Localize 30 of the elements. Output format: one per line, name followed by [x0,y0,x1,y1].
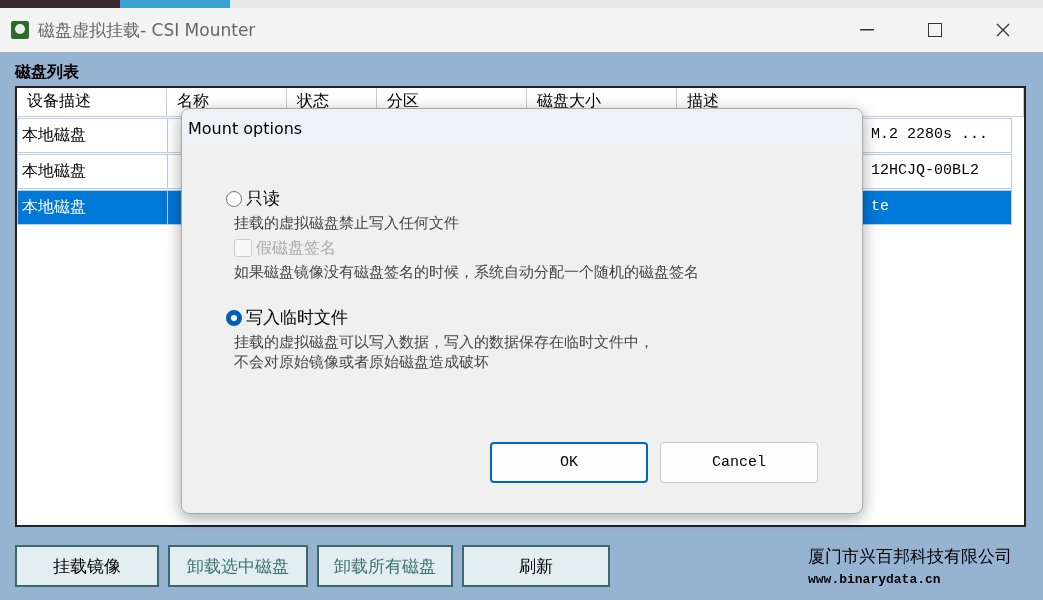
window-title: 磁盘虚拟挂载- CSI Mounter [38,18,257,42]
option-label[interactable]: 只读 [246,187,280,210]
action-button[interactable]: 卸载所有磁盘 [317,545,453,587]
table-cell: 本地磁盘 [18,155,168,188]
table-cell-text: te [870,197,890,217]
section-label: 磁盘列表 [15,62,80,83]
option-label[interactable]: 写入临时文件 [246,306,348,329]
website-link[interactable]: www.binarydata.cn [808,572,1012,587]
maximize-icon[interactable] [928,23,942,37]
app-icon [10,20,30,40]
action-button[interactable]: 刷新 [462,545,610,587]
table-cell-text: 12HCJQ-00BL2 [870,161,981,181]
table-cell-text: M.2 2280s ... [870,125,990,145]
action-button[interactable]: 挂载镜像 [15,545,159,587]
action-button[interactable]: 卸载选中磁盘 [168,545,308,587]
radio-button[interactable] [226,309,242,326]
dialog-title: Mount options [188,118,303,138]
table-cell: 本地磁盘 [18,191,168,224]
option-hint: 挂载的虚拟磁盘禁止写入任何文件 [233,214,460,234]
column-header[interactable]: 设备描述 [17,88,167,116]
dialog-button[interactable]: Cancel [660,442,818,483]
option-hint: 不会对原始镜像或者原始磁盘造成破坏 [233,352,490,372]
close-icon[interactable] [996,23,1010,37]
minimize-icon[interactable] [860,29,874,31]
checkbox-hint: 如果磁盘镜像没有磁盘签名的时候，系统自动分配一个随机的磁盘签名 [233,262,700,282]
option-hint: 挂载的虚拟磁盘可以写入数据，写入的数据保存在临时文件中， [233,333,655,353]
radio-button[interactable] [226,190,242,207]
dialog-button[interactable]: OK [490,442,648,483]
company-name: 厦门市兴百邦科技有限公司 [808,545,1012,568]
table-cell: 本地磁盘 [18,119,168,152]
